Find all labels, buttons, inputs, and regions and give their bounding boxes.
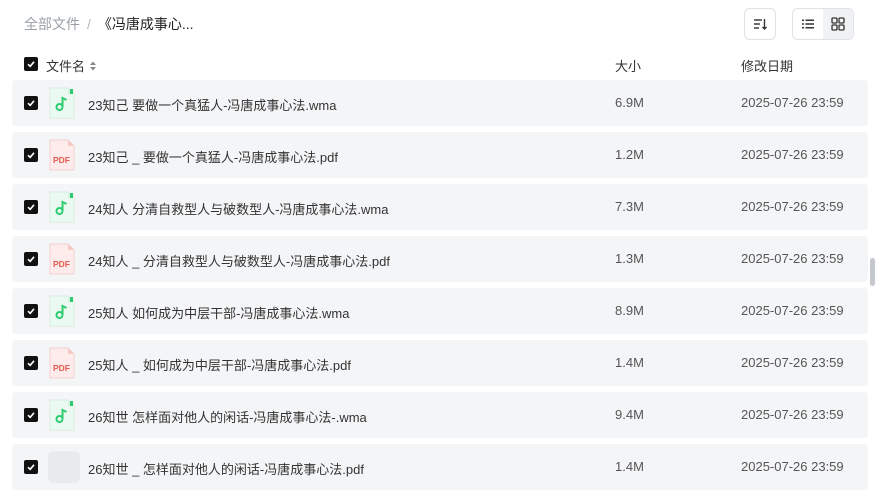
- row-checkbox[interactable]: [24, 304, 38, 318]
- checkmark-icon: [27, 360, 35, 367]
- file-modified-date: 2025-07-26 23:59: [741, 459, 844, 474]
- file-size: 1.4M: [615, 459, 644, 474]
- grid-view-button[interactable]: [823, 9, 853, 39]
- breadcrumb-separator: /: [87, 16, 91, 32]
- grid-view-icon: [831, 17, 845, 31]
- view-toggle: [792, 8, 854, 40]
- list-view-icon: [802, 19, 814, 29]
- file-name[interactable]: 23知己 _ 要做一个真猛人-冯唐成事心法.pdf: [88, 147, 338, 166]
- file-name[interactable]: 25知人 _ 如何成为中层干部-冯唐成事心法.pdf: [88, 355, 351, 374]
- row-checkbox[interactable]: [24, 356, 38, 370]
- pdf-file-icon: PDF: [48, 243, 76, 275]
- checkmark-icon: [27, 152, 35, 159]
- top-bar: 全部文件 / 《冯唐成事心...: [0, 0, 878, 48]
- row-checkbox[interactable]: [24, 148, 38, 162]
- file-size: 6.9M: [615, 95, 644, 110]
- file-modified-date: 2025-07-26 23:59: [741, 199, 844, 214]
- file-name[interactable]: 24知人 _ 分清自救型人与破数型人-冯唐成事心法.pdf: [88, 251, 390, 270]
- file-row[interactable]: 26知世 怎样面对他人的闲话-冯唐成事心法-.wma 9.4M 2025-07-26…: [12, 392, 868, 438]
- row-checkbox[interactable]: [24, 252, 38, 266]
- file-row[interactable]: 24知人 分清自救型人与破数型人-冯唐成事心法.wma 7.3M 2025-07-2…: [12, 184, 868, 230]
- breadcrumb-root-link[interactable]: 全部文件: [24, 14, 80, 34]
- audio-file-icon: [48, 87, 76, 119]
- breadcrumb: 全部文件 / 《冯唐成事心...: [24, 14, 194, 34]
- checkmark-icon: [27, 100, 35, 107]
- name-column-header[interactable]: 文件名: [46, 56, 98, 75]
- file-row[interactable]: PDF 25知人 _ 如何成为中层干部-冯唐成事心法.pdf 1.4M 2025-07…: [12, 340, 868, 386]
- file-list: 23知己 要做一个真猛人-冯唐成事心法.wma 6.9M 2025-07-26 23…: [12, 80, 868, 495]
- file-name[interactable]: 23知己 要做一个真猛人-冯唐成事心法.wma: [88, 95, 336, 114]
- file-size: 7.3M: [615, 199, 644, 214]
- scrollbar-thumb[interactable]: [870, 258, 875, 286]
- file-size: 1.3M: [615, 251, 644, 266]
- select-all-checkbox[interactable]: [24, 57, 38, 71]
- file-size: 8.9M: [615, 303, 644, 318]
- checkmark-icon: [27, 61, 35, 68]
- checkmark-icon: [27, 464, 35, 471]
- file-modified-date: 2025-07-26 23:59: [741, 251, 844, 266]
- audio-file-icon: [48, 295, 76, 327]
- sort-toggle-icon: [90, 61, 97, 70]
- file-size: 9.4M: [615, 407, 644, 422]
- file-row[interactable]: 26知世 _ 怎样面对他人的闲话-冯唐成事心法.pdf 1.4M 2025-07-2…: [12, 444, 868, 490]
- pdf-icon-label: PDF: [53, 155, 70, 165]
- checkmark-icon: [27, 256, 35, 263]
- sort-descending-icon: [754, 19, 767, 30]
- sort-button[interactable]: [744, 8, 776, 40]
- audio-file-icon: [48, 191, 76, 223]
- audio-file-icon: [48, 399, 76, 431]
- file-row[interactable]: PDF 23知己 _ 要做一个真猛人-冯唐成事心法.pdf 1.2M 2025-07-…: [12, 132, 868, 178]
- modified-column-header[interactable]: 修改日期: [741, 56, 793, 75]
- row-checkbox[interactable]: [24, 200, 38, 214]
- file-modified-date: 2025-07-26 23:59: [741, 95, 844, 110]
- pdf-file-icon: PDF: [48, 139, 76, 171]
- breadcrumb-current-folder: 《冯唐成事心...: [97, 16, 194, 32]
- pdf-file-icon: PDF: [48, 347, 76, 379]
- checkmark-icon: [27, 412, 35, 419]
- file-row[interactable]: 23知己 要做一个真猛人-冯唐成事心法.wma 6.9M 2025-07-26 23…: [12, 80, 868, 126]
- size-column-header[interactable]: 大小: [615, 56, 641, 75]
- name-column-label: 文件名: [46, 59, 86, 74]
- row-checkbox[interactable]: [24, 408, 38, 422]
- checkmark-icon: [27, 204, 35, 211]
- list-view-button[interactable]: [793, 9, 823, 39]
- file-name[interactable]: 26知世 _ 怎样面对他人的闲话-冯唐成事心法.pdf: [88, 459, 364, 478]
- file-modified-date: 2025-07-26 23:59: [741, 355, 844, 370]
- file-name[interactable]: 24知人 分清自救型人与破数型人-冯唐成事心法.wma: [88, 199, 388, 218]
- file-size: 1.4M: [615, 355, 644, 370]
- file-modified-date: 2025-07-26 23:59: [741, 407, 844, 422]
- pdf-icon-label: PDF: [53, 259, 70, 269]
- file-modified-date: 2025-07-26 23:59: [741, 147, 844, 162]
- checkmark-icon: [27, 308, 35, 315]
- file-modified-date: 2025-07-26 23:59: [741, 303, 844, 318]
- row-checkbox[interactable]: [24, 460, 38, 474]
- row-checkbox[interactable]: [24, 96, 38, 110]
- file-row[interactable]: PDF 24知人 _ 分清自救型人与破数型人-冯唐成事心法.pdf 1.3M 2025…: [12, 236, 868, 282]
- file-row[interactable]: 25知人 如何成为中层干部-冯唐成事心法.wma 8.9M 2025-07-26 2…: [12, 288, 868, 334]
- file-placeholder-icon: [48, 451, 80, 483]
- file-size: 1.2M: [615, 147, 644, 162]
- pdf-icon-label: PDF: [53, 363, 70, 373]
- column-header: 文件名 大小 修改日期: [0, 52, 878, 76]
- file-name[interactable]: 25知人 如何成为中层干部-冯唐成事心法.wma: [88, 303, 349, 322]
- file-name[interactable]: 26知世 怎样面对他人的闲话-冯唐成事心法-.wma: [88, 407, 367, 426]
